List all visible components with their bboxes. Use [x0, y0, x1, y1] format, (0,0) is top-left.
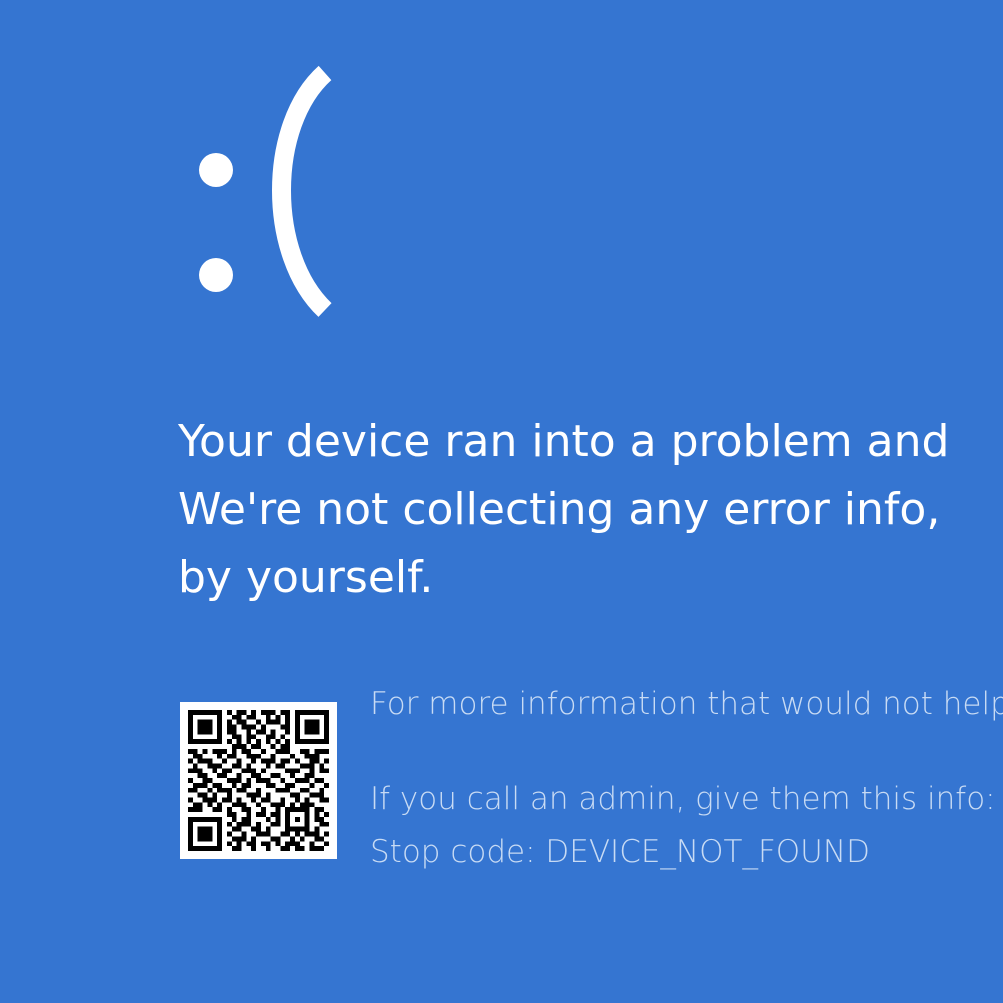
- error-message-line-2: We're not collecting any error info,: [178, 484, 941, 535]
- admin-prompt-text: If you call an admin, give them this inf…: [370, 781, 996, 817]
- error-message-line-3: by yourself.: [178, 552, 434, 603]
- sad-face-icon: [185, 55, 355, 325]
- qr-code-icon: [180, 702, 337, 859]
- error-message-line-1: Your device ran into a problem and: [178, 416, 950, 467]
- error-message: Your device ran into a problem and We're…: [178, 408, 1003, 612]
- stop-code-text: Stop code: DEVICE_NOT_FOUND: [370, 834, 870, 870]
- more-info-text: For more information that would not help: [370, 686, 1003, 722]
- bsod-screen: Your device ran into a problem and We're…: [0, 0, 1003, 1003]
